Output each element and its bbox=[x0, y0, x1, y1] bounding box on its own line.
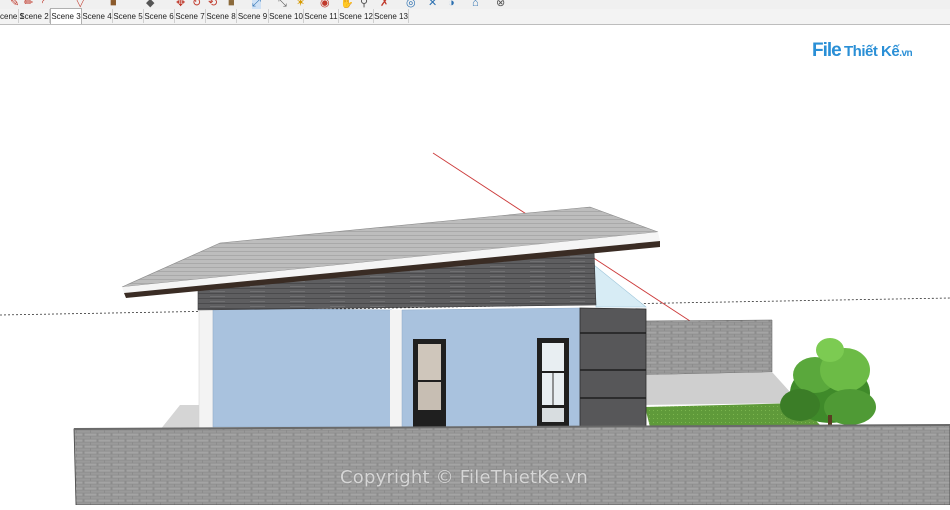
warehouse-icon[interactable]: ⌂ bbox=[472, 0, 479, 9]
tab-scene-13[interactable]: Scene 13 bbox=[374, 9, 409, 23]
tab-scene-6[interactable]: Scene 6 bbox=[144, 9, 175, 23]
zoom-icon[interactable]: ⚲ bbox=[360, 0, 368, 9]
model-viewport[interactable]: File Thiết Kế.vn bbox=[0, 25, 950, 506]
copyright-watermark: Copyright © FileThietKe.vn bbox=[340, 467, 589, 488]
toolbar: ✎ ✏ ◜ ▽ ■ ◆ ✥ ↻ ⟲ ■ ⤢ ⤡ ✶ ◉ ✋ ⚲ ✗ ◎ ✕ ◑ … bbox=[0, 0, 950, 9]
axes-icon[interactable]: ✶ bbox=[296, 0, 305, 9]
dimension-icon[interactable]: ⤢ bbox=[252, 0, 261, 9]
sandbox-icon[interactable]: ◑ bbox=[448, 0, 455, 9]
middle-column bbox=[390, 310, 402, 428]
brand-logo: File Thiết Kế.vn bbox=[812, 38, 932, 66]
compass-icon[interactable]: ⊗ bbox=[496, 0, 505, 9]
look-icon[interactable]: ◎ bbox=[406, 0, 416, 9]
paint-icon[interactable]: ■ bbox=[110, 0, 117, 9]
house-model-render bbox=[0, 152, 950, 506]
door-panel-upper bbox=[418, 344, 441, 380]
section-icon[interactable]: ✕ bbox=[428, 0, 437, 9]
pencil-icon[interactable]: ✏ bbox=[24, 0, 33, 9]
tab-scene-11[interactable]: Scene 11 bbox=[304, 9, 339, 23]
window-glass-top bbox=[542, 343, 564, 371]
tab-scene-1[interactable]: cene 1 bbox=[0, 9, 24, 23]
pan-icon[interactable]: ✋ bbox=[340, 0, 354, 9]
scale-icon[interactable]: ⟲ bbox=[208, 0, 217, 9]
entrance-step bbox=[160, 405, 205, 430]
logo-file-text: File bbox=[812, 40, 842, 61]
front-brick-fence bbox=[73, 424, 950, 506]
tab-scene-9[interactable]: Scene 9 bbox=[237, 9, 269, 23]
eraser-icon[interactable]: ✎ bbox=[10, 0, 19, 9]
tab-scene-3[interactable]: Scene 3 bbox=[50, 8, 82, 24]
scene-tab-bar: cene 1 Scene 2 Scene 3 Scene 4 Scene 5 S… bbox=[0, 8, 950, 25]
back-brick-wall bbox=[644, 319, 773, 376]
arc-icon[interactable]: ◜ bbox=[42, 0, 46, 9]
rotate-icon[interactable]: ↻ bbox=[192, 0, 201, 9]
tab-scene-2[interactable]: Scene 2 bbox=[19, 9, 50, 23]
tab-scene-8[interactable]: Scene 8 bbox=[206, 9, 237, 23]
tape-icon[interactable]: ■ bbox=[228, 0, 235, 9]
tab-scene-4[interactable]: Scene 4 bbox=[82, 9, 113, 23]
tab-scene-7[interactable]: Scene 7 bbox=[175, 9, 206, 23]
corner-column bbox=[198, 308, 214, 430]
tab-scene-12[interactable]: Scene 12 bbox=[339, 9, 374, 23]
cladding-block bbox=[579, 307, 647, 428]
paved-ground bbox=[640, 372, 800, 405]
tab-scene-5[interactable]: Scene 5 bbox=[113, 9, 144, 23]
door-panel-lower bbox=[418, 382, 441, 410]
orbit-icon[interactable]: ◉ bbox=[320, 0, 330, 9]
text-icon[interactable]: ⤡ bbox=[278, 0, 287, 9]
move-icon[interactable]: ✥ bbox=[176, 0, 185, 9]
glass-panel bbox=[593, 264, 647, 308]
tab-scene-10[interactable]: Scene 10 bbox=[269, 9, 304, 23]
walk-icon[interactable]: ✗ bbox=[380, 0, 389, 9]
wall-left bbox=[212, 307, 393, 428]
garden-tree bbox=[780, 338, 876, 427]
offset-icon[interactable]: ◆ bbox=[146, 0, 154, 9]
logo-rest-text: Thiết Kế.vn bbox=[844, 43, 913, 60]
